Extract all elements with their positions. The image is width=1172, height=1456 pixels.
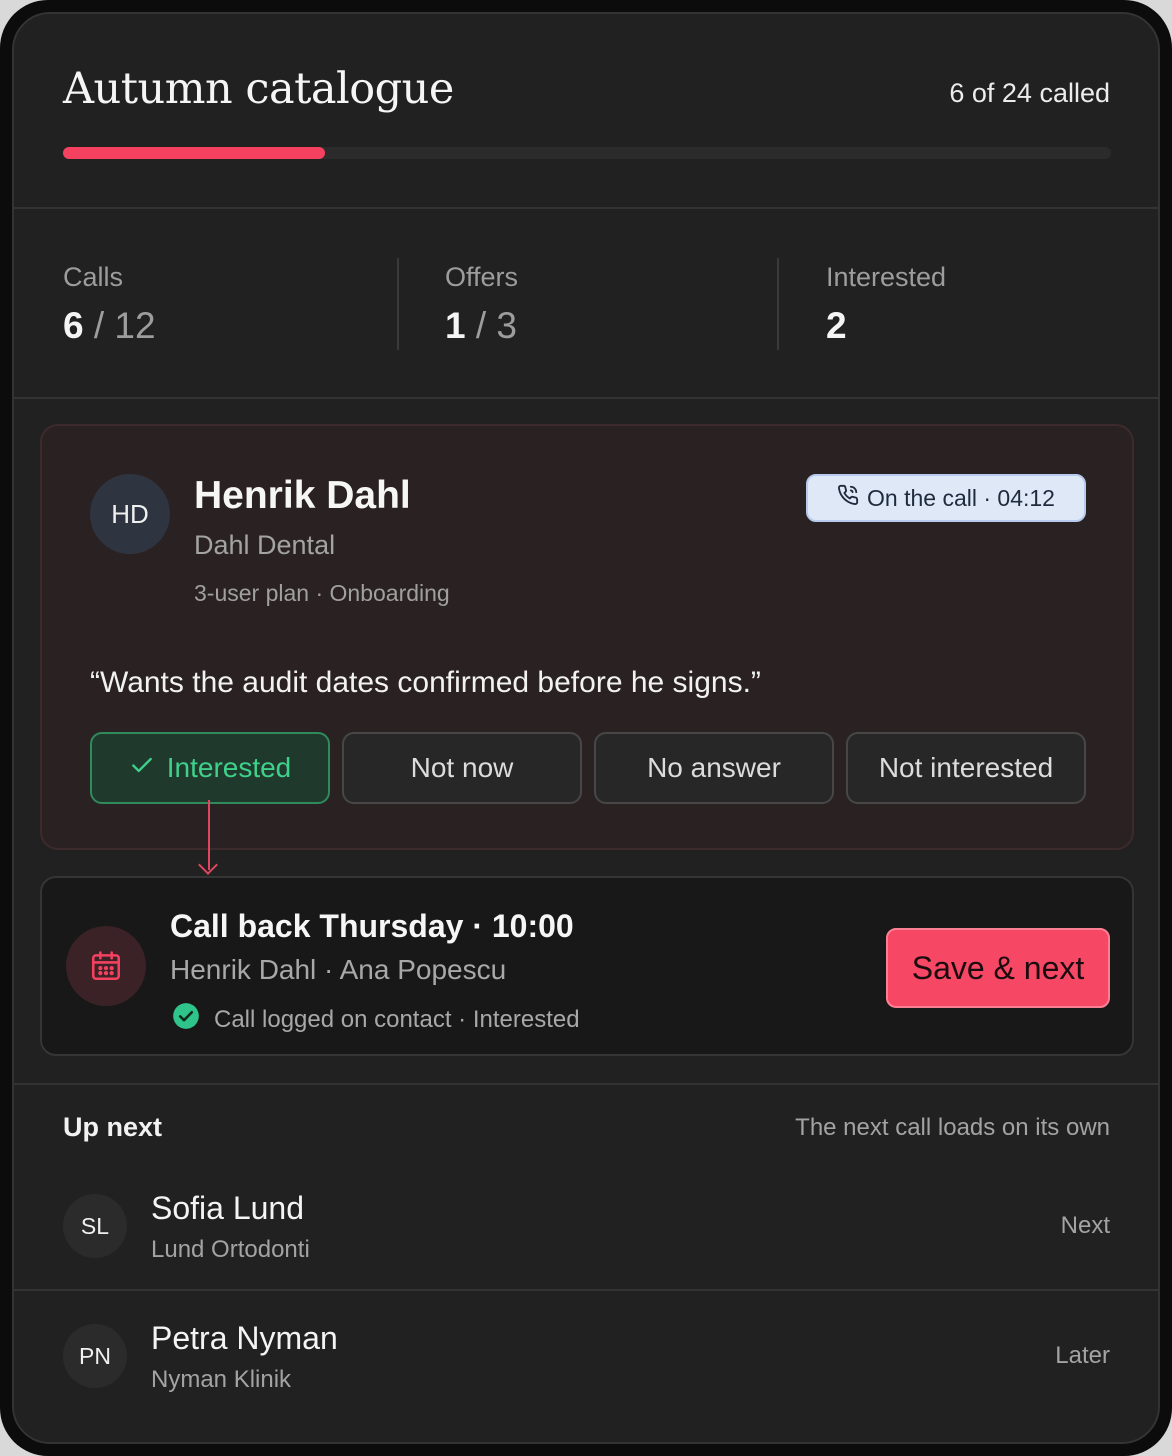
divider bbox=[14, 1289, 1158, 1291]
check-circle-icon bbox=[172, 1002, 200, 1037]
divider bbox=[14, 397, 1158, 399]
stat-calls: Calls 6 / 12 bbox=[63, 262, 156, 347]
stat-label: Interested bbox=[826, 262, 947, 292]
queue-item-status: Later bbox=[1055, 1342, 1110, 1369]
call-status-badge: On the call · 04:12 bbox=[806, 474, 1086, 522]
queue-item[interactable]: SL Sofia Lund Lund Ortodonti Next bbox=[14, 1174, 1158, 1288]
check-icon bbox=[129, 752, 155, 785]
device-frame: Autumn catalogue 6 of 24 called Calls 6 … bbox=[0, 0, 1172, 1456]
up-next-note: The next call loads on its own bbox=[795, 1114, 1110, 1141]
arrow-down-icon bbox=[198, 855, 218, 875]
outcome-label: Not interested bbox=[878, 752, 1054, 783]
queue-item-name: Petra Nyman bbox=[151, 1320, 338, 1356]
up-next-heading: Up next bbox=[63, 1112, 163, 1142]
queue-item[interactable]: PN Petra Nyman Nyman Klinik Later bbox=[14, 1304, 1158, 1418]
outcome-label: Not now bbox=[410, 752, 514, 783]
outcome-no-answer-button[interactable]: No answer bbox=[594, 732, 834, 804]
stat-label: Offers bbox=[445, 262, 519, 292]
log-status-text: Call logged on contact · Interested bbox=[214, 1005, 580, 1033]
calendar-icon bbox=[66, 926, 146, 1006]
queue-item-name: Sofia Lund bbox=[151, 1190, 305, 1226]
stat-total: / 12 bbox=[93, 305, 156, 346]
stat-value: 2 bbox=[826, 305, 847, 346]
log-status: Call logged on contact · Interested bbox=[172, 1002, 580, 1037]
progress-count: 6 of 24 called bbox=[949, 78, 1110, 108]
stat-divider bbox=[397, 258, 399, 350]
progress-bar bbox=[63, 147, 1111, 159]
stat-value: 6 bbox=[63, 305, 84, 346]
callback-participants: Henrik Dahl · Ana Popescu bbox=[170, 954, 507, 985]
stat-total: / 3 bbox=[475, 305, 517, 346]
progress-bar-fill bbox=[63, 147, 325, 159]
contact-name: Henrik Dahl bbox=[194, 474, 411, 517]
avatar: HD bbox=[90, 474, 170, 554]
contact-company: Dahl Dental bbox=[194, 530, 336, 560]
stat-offers: Offers 1 / 3 bbox=[445, 262, 518, 347]
outcome-not-interested-button[interactable]: Not interested bbox=[846, 732, 1086, 804]
queue-item-company: Nyman Klinik bbox=[151, 1366, 292, 1393]
call-note: “Wants the audit dates confirmed before … bbox=[90, 666, 761, 699]
outcome-label: No answer bbox=[647, 752, 781, 783]
stat-interested: Interested 2 bbox=[826, 262, 946, 347]
divider bbox=[14, 1083, 1158, 1085]
callback-title: Call back Thursday · 10:00 bbox=[170, 908, 574, 944]
current-call-card: HD Henrik Dahl Dahl Dental 3-user plan ·… bbox=[40, 424, 1134, 850]
outcome-interested-button[interactable]: Interested bbox=[90, 732, 330, 804]
campaign-panel: Autumn catalogue 6 of 24 called Calls 6 … bbox=[12, 12, 1160, 1444]
page-title: Autumn catalogue bbox=[63, 64, 454, 114]
avatar: SL bbox=[63, 1194, 127, 1258]
stat-divider bbox=[777, 258, 779, 350]
queue-item-status: Next bbox=[1060, 1212, 1110, 1239]
call-timer: On the call · 04:12 bbox=[867, 484, 1055, 511]
stat-label: Calls bbox=[63, 262, 124, 292]
phone-icon bbox=[837, 484, 859, 512]
queue-item-company: Lund Ortodonti bbox=[151, 1236, 310, 1263]
contact-plan: 3-user plan · Onboarding bbox=[194, 580, 450, 606]
save-and-next-button[interactable]: Save & next bbox=[886, 928, 1110, 1008]
outcome-not-now-button[interactable]: Not now bbox=[342, 732, 582, 804]
callback-card: Call back Thursday · 10:00 Henrik Dahl ·… bbox=[40, 876, 1134, 1056]
divider bbox=[14, 207, 1158, 209]
avatar: PN bbox=[63, 1324, 127, 1388]
outcome-label: Interested bbox=[166, 752, 292, 783]
stat-value: 1 bbox=[445, 305, 466, 346]
